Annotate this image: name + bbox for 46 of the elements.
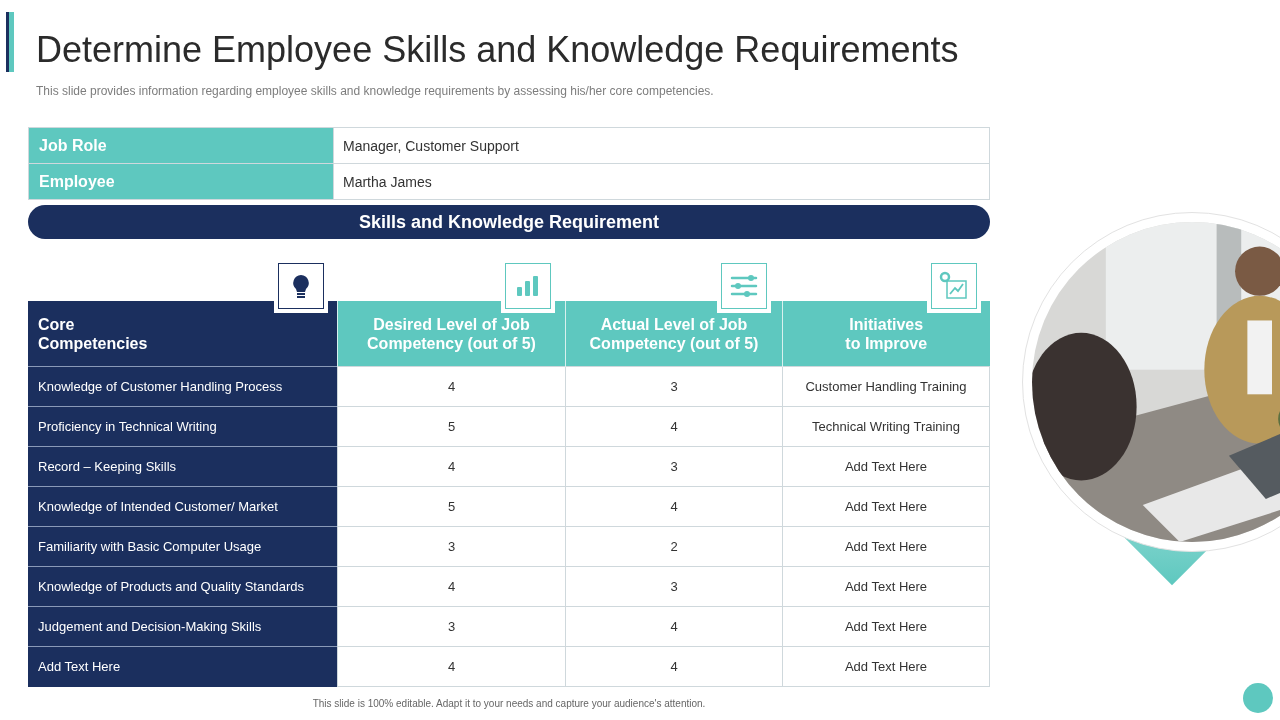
- column-header: Core Competencies: [28, 301, 338, 367]
- section-banner: Skills and Knowledge Requirement: [28, 205, 990, 239]
- table-cell: Add Text Here: [782, 566, 990, 607]
- circle-shape: [1243, 683, 1273, 713]
- info-label: Employee: [29, 164, 333, 199]
- table-cell: Add Text Here: [782, 606, 990, 647]
- table-cell: Familiarity with Basic Computer Usage: [28, 526, 338, 567]
- table-cell: Add Text Here: [28, 646, 338, 687]
- table-cell: Add Text Here: [782, 486, 990, 527]
- info-value: Martha James: [333, 164, 989, 199]
- table-cell: 3: [337, 606, 566, 647]
- info-value: Manager, Customer Support: [333, 128, 989, 163]
- table-cell: 5: [337, 406, 566, 447]
- table-cell: Knowledge of Customer Handling Process: [28, 366, 338, 407]
- slide-subtitle: This slide provides information regarding employee skills and knowledge requirements by assessing his/her core competencies.: [36, 84, 715, 98]
- table-cell: 4: [565, 486, 783, 527]
- table-cell: 4: [337, 646, 566, 687]
- table-cell: Record – Keeping Skills: [28, 446, 338, 487]
- table-cell: 4: [337, 366, 566, 407]
- table-cell: Technical Writing Training: [782, 406, 990, 447]
- table-cell: 3: [565, 566, 783, 607]
- table-cell: Add Text Here: [782, 526, 990, 567]
- column-header: Initiatives to Improve: [782, 301, 990, 367]
- table-cell: Customer Handling Training: [782, 366, 990, 407]
- column-header: Actual Level of Job Competency (out of 5): [565, 301, 783, 367]
- table-cell: Knowledge of Intended Customer/ Market: [28, 486, 338, 527]
- table-cell: 3: [337, 526, 566, 567]
- slide-title: Determine Employee Skills and Knowledge Requirements: [36, 28, 960, 72]
- table-cell: 4: [565, 646, 783, 687]
- table-cell: 4: [565, 406, 783, 447]
- table-cell: 2: [565, 526, 783, 567]
- table-cell: 5: [337, 486, 566, 527]
- table-cell: 3: [565, 446, 783, 487]
- column-header: Desired Level of Job Competency (out of 5): [337, 301, 566, 367]
- table-cell: 4: [565, 606, 783, 647]
- table-cell: Add Text Here: [782, 646, 990, 687]
- table-cell: 4: [337, 566, 566, 607]
- table-cell: Judgement and Decision-Making Skills: [28, 606, 338, 647]
- table-cell: 4: [337, 446, 566, 487]
- table-cell: Proficiency in Technical Writing: [28, 406, 338, 447]
- table-cell: 3: [565, 366, 783, 407]
- info-label: Job Role: [29, 128, 333, 163]
- table-cell: Add Text Here: [782, 446, 990, 487]
- table-cell: Knowledge of Products and Quality Standards: [28, 566, 338, 607]
- footer-note: This slide is 100% editable. Adapt it to your needs and capture your audience's attention.: [311, 698, 707, 709]
- accent-bar: [6, 12, 14, 72]
